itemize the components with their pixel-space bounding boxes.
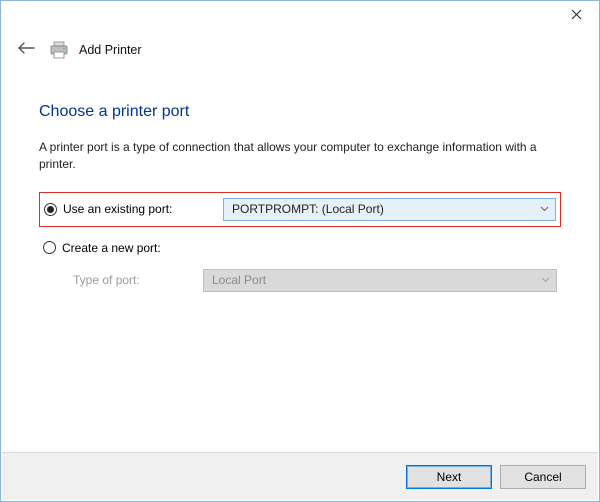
titlebar	[1, 1, 599, 31]
port-type-dropdown: Local Port	[203, 269, 557, 292]
radio-create-label: Create a new port:	[62, 241, 222, 255]
window-title: Add Printer	[79, 43, 142, 57]
chevron-down-icon	[541, 275, 550, 286]
back-arrow-icon[interactable]	[13, 39, 39, 61]
port-type-row: Type of port: Local Port	[39, 261, 561, 298]
existing-port-dropdown[interactable]: PORTPROMPT: (Local Port)	[223, 198, 556, 221]
port-type-label: Type of port:	[43, 273, 203, 287]
chevron-down-icon	[540, 204, 549, 215]
existing-port-value: PORTPROMPT: (Local Port)	[232, 202, 384, 216]
content-area: Choose a printer port A printer port is …	[1, 71, 599, 298]
radio-existing-port[interactable]	[44, 203, 57, 216]
radio-existing-label: Use an existing port:	[63, 202, 223, 216]
close-icon	[571, 7, 582, 23]
page-heading: Choose a printer port	[39, 103, 561, 121]
description-text: A printer port is a type of connection t…	[39, 139, 561, 174]
button-bar: Next Cancel	[2, 452, 598, 500]
close-button[interactable]	[554, 1, 599, 29]
option-create-port[interactable]: Create a new port:	[39, 235, 561, 261]
cancel-button[interactable]: Cancel	[500, 465, 586, 489]
header: Add Printer	[1, 31, 599, 71]
port-type-value: Local Port	[212, 273, 266, 287]
next-button[interactable]: Next	[406, 465, 492, 489]
option-existing-port[interactable]: Use an existing port: PORTPROMPT: (Local…	[39, 192, 561, 227]
radio-create-port[interactable]	[43, 241, 56, 254]
printer-icon	[49, 41, 69, 59]
